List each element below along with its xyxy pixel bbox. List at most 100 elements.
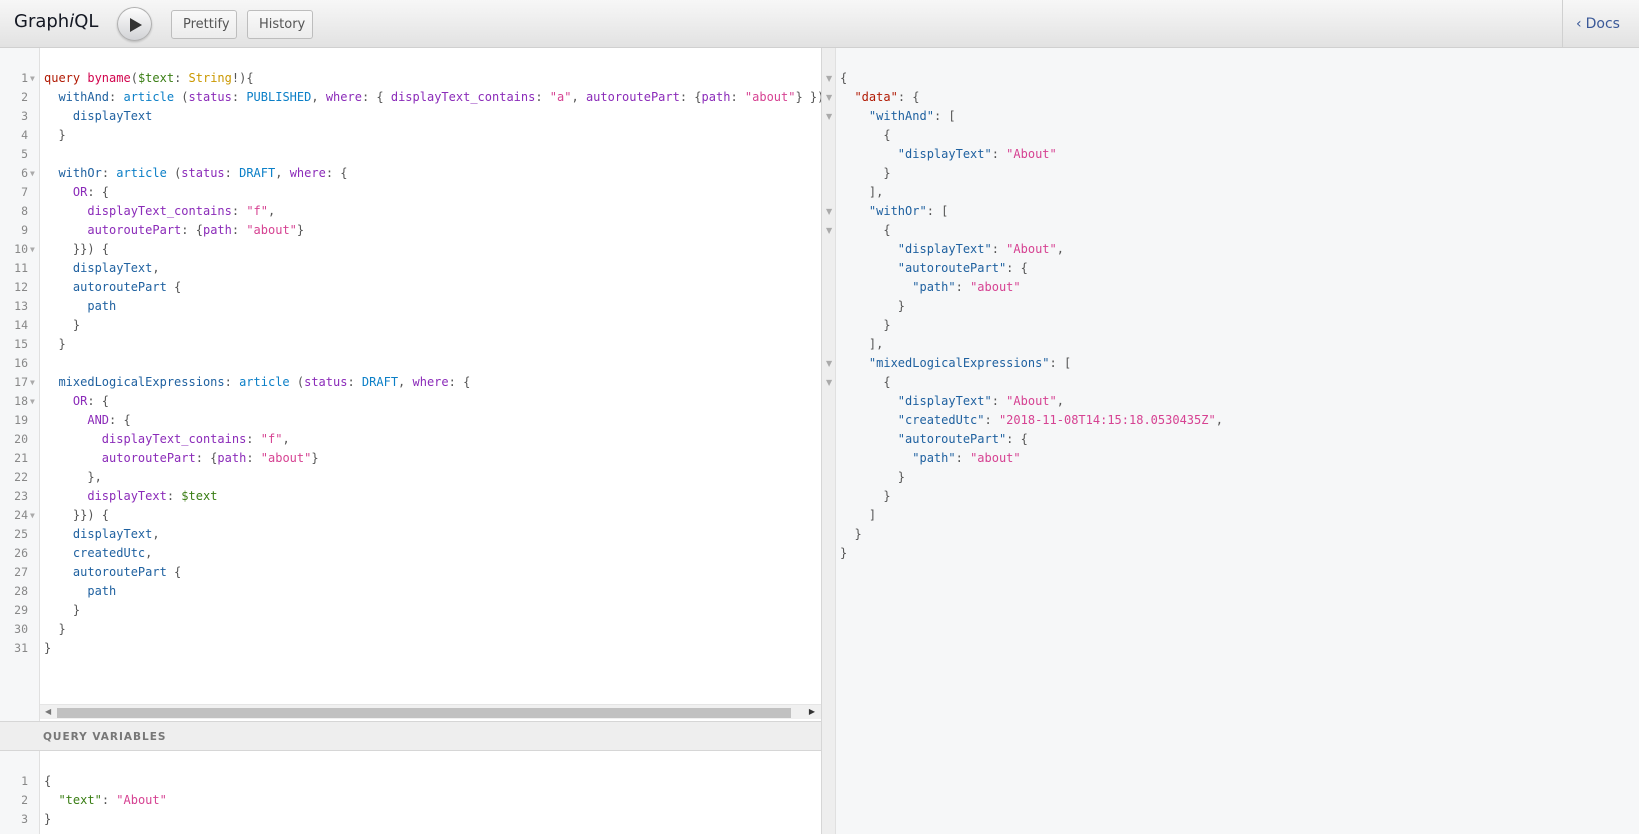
fold-arrow-icon[interactable]: ▼ xyxy=(826,202,832,221)
docs-link[interactable]: ‹ Docs xyxy=(1576,16,1620,32)
code-token: } xyxy=(840,527,862,541)
code-token: displayText xyxy=(87,489,167,503)
line-number: 21 xyxy=(14,451,28,465)
scroll-right-icon[interactable]: ▶ xyxy=(809,707,815,716)
code-token: , xyxy=(398,375,413,389)
code-text: displayText xyxy=(44,107,152,126)
code-token: : xyxy=(224,166,240,180)
fold-arrow-icon[interactable]: ▼ xyxy=(826,373,832,392)
fold-arrow-icon[interactable]: ▼ xyxy=(30,373,35,392)
code-text: } xyxy=(840,525,862,544)
code-token: ], xyxy=(840,337,884,351)
fold-arrow-icon[interactable]: ▼ xyxy=(826,88,832,107)
code-token: : xyxy=(231,204,247,218)
code-token: OR xyxy=(72,394,88,408)
code-text: "mixedLogicalExpressions": [ xyxy=(840,354,1071,373)
code-token: : { xyxy=(109,413,131,427)
code-token: : [ xyxy=(933,109,956,123)
code-token: , xyxy=(275,166,290,180)
line-number: 5 xyxy=(21,147,28,161)
query-editor-scrollbar[interactable]: ◀ ▶ xyxy=(40,704,821,719)
code-text: { xyxy=(840,126,890,145)
fold-arrow-icon[interactable]: ▼ xyxy=(30,69,35,88)
code-token: "autoroutePart" xyxy=(897,432,1007,446)
code-token: "f" xyxy=(246,204,268,218)
fold-arrow-icon[interactable]: ▼ xyxy=(826,354,832,373)
code-text: "autoroutePart": { xyxy=(840,430,1028,449)
code-token: article xyxy=(239,375,290,389)
code-token: "about" xyxy=(260,451,312,465)
code-token: , xyxy=(1056,394,1064,408)
query-variables-header[interactable]: QUERY VARIABLES xyxy=(0,721,821,751)
code-token: ] xyxy=(840,508,877,522)
variables-editor[interactable]: 1 {2 "text": "About" 3} xyxy=(0,751,821,834)
code-token: , xyxy=(311,90,326,104)
code-token: : { xyxy=(679,90,702,104)
chevron-left-icon: ‹ xyxy=(1576,16,1582,32)
fold-arrow-icon[interactable]: ▼ xyxy=(826,107,832,126)
code-text: } xyxy=(44,810,51,829)
code-text: "data": { xyxy=(840,88,919,107)
code-token: } xyxy=(44,318,81,332)
code-token: , xyxy=(268,204,276,218)
line-number: 14 xyxy=(14,318,28,332)
code-token: "displayText" xyxy=(897,394,992,408)
execute-query-button[interactable] xyxy=(117,7,152,41)
docs-toggle[interactable]: ‹ Docs xyxy=(1562,0,1639,48)
line-number: 13 xyxy=(14,299,28,313)
code-text: displayText: $text xyxy=(44,487,217,506)
line-number: 28 xyxy=(14,584,28,598)
code-token: "withAnd" xyxy=(868,109,934,123)
code-token: displayText_contains xyxy=(390,90,536,104)
code-text: displayText_contains: "f", xyxy=(44,430,290,449)
code-token: byname xyxy=(87,71,131,85)
code-token: } xyxy=(840,546,848,560)
fold-arrow-icon[interactable]: ▼ xyxy=(826,69,832,88)
code-text: autoroutePart { xyxy=(44,563,181,582)
code-token: : xyxy=(347,375,362,389)
code-token: "path" xyxy=(912,280,956,294)
fold-arrow-icon[interactable]: ▼ xyxy=(30,164,35,183)
code-token: } xyxy=(44,641,52,655)
code-token: } xyxy=(840,470,906,484)
toolbar: GraphiQL Prettify History ‹ Docs xyxy=(0,0,1639,48)
code-token: : { xyxy=(361,90,391,104)
app-title: GraphiQL xyxy=(14,11,99,32)
line-number: 24 xyxy=(14,508,28,522)
fold-arrow-icon[interactable]: ▼ xyxy=(30,240,35,259)
line-number: 25 xyxy=(14,527,28,541)
code-token: status xyxy=(304,375,348,389)
code-text: { xyxy=(840,69,847,88)
fold-arrow-icon[interactable]: ▼ xyxy=(30,392,35,411)
query-editor[interactable]: 1 ▼ query byname($text: String!){2 withAnd… xyxy=(0,48,839,721)
line-number: 23 xyxy=(14,489,28,503)
code-text: } xyxy=(44,316,80,335)
pane-divider[interactable] xyxy=(821,48,836,834)
code-token: { xyxy=(840,223,891,237)
code-text: displayText, xyxy=(44,525,160,544)
history-button[interactable]: History xyxy=(247,10,313,39)
line-number: 9 xyxy=(21,223,28,237)
code-token: } xyxy=(44,603,81,617)
code-text: autoroutePart: {path: "about"} xyxy=(44,221,304,240)
code-token: : xyxy=(991,394,1007,408)
scroll-left-icon[interactable]: ◀ xyxy=(45,707,51,716)
prettify-button[interactable]: Prettify xyxy=(171,10,237,39)
line-number: 26 xyxy=(14,546,28,560)
code-token: : xyxy=(955,280,971,294)
code-text: query byname($text: String!){ xyxy=(44,69,254,88)
fold-arrow-icon[interactable]: ▼ xyxy=(30,506,35,525)
code-token: where xyxy=(325,90,362,104)
line-number: 7 xyxy=(21,185,28,199)
fold-arrow-icon[interactable]: ▼ xyxy=(826,221,832,240)
code-text: "text": "About" xyxy=(44,791,166,810)
scrollbar-thumb[interactable] xyxy=(57,708,791,718)
